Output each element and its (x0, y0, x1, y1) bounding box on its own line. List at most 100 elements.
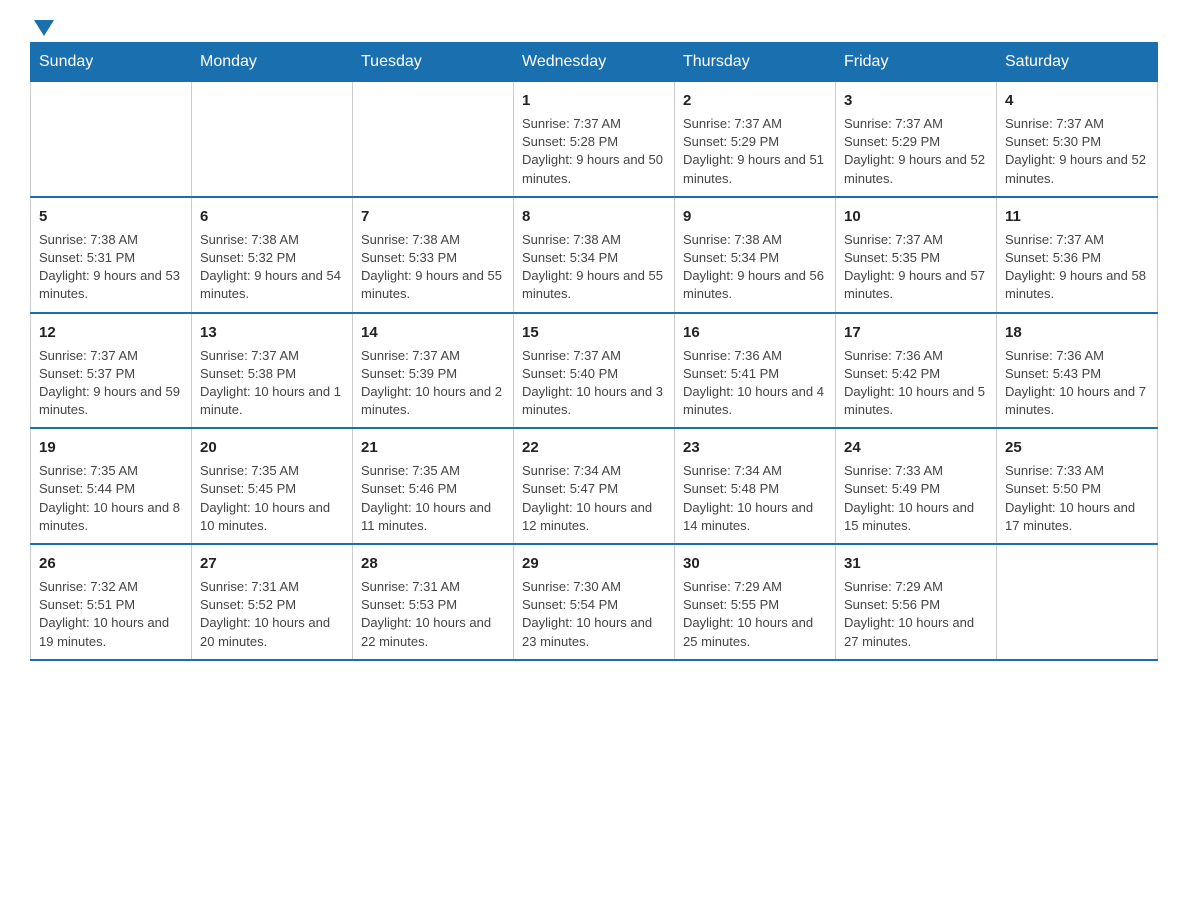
day-number: 6 (200, 206, 344, 227)
logo-icon (30, 20, 54, 32)
calendar-week-row: 12 Sunrise: 7:37 AMSunset: 5:37 PMDayligh… (31, 313, 1158, 429)
day-info: Sunrise: 7:32 AMSunset: 5:51 PMDaylight:… (39, 578, 183, 651)
calendar-table: SundayMondayTuesdayWednesdayThursdayFrid… (30, 42, 1158, 661)
day-number: 5 (39, 206, 183, 227)
day-info: Sunrise: 7:33 AMSunset: 5:49 PMDaylight:… (844, 462, 988, 535)
day-info: Sunrise: 7:36 AMSunset: 5:43 PMDaylight:… (1005, 347, 1149, 420)
day-number: 11 (1005, 206, 1149, 227)
day-info: Sunrise: 7:35 AMSunset: 5:45 PMDaylight:… (200, 462, 344, 535)
day-info: Sunrise: 7:35 AMSunset: 5:46 PMDaylight:… (361, 462, 505, 535)
calendar-cell: 20 Sunrise: 7:35 AMSunset: 5:45 PMDayligh… (192, 428, 353, 544)
day-info: Sunrise: 7:37 AMSunset: 5:30 PMDaylight:… (1005, 115, 1149, 188)
calendar-cell: 14Sunrise: 7:37 AMSunset: 5:39 PMDayligh… (353, 313, 514, 429)
day-info: Sunrise: 7:37 AMSunset: 5:29 PMDaylight:… (683, 115, 827, 188)
day-number: 16 (683, 322, 827, 343)
calendar-header-row: SundayMondayTuesdayWednesdayThursdayFrid… (31, 43, 1158, 82)
day-info: Sunrise: 7:37 AMSunset: 5:35 PMDaylight:… (844, 231, 988, 304)
day-info: Sunrise: 7:37 AMSunset: 5:38 PMDaylight:… (200, 347, 344, 420)
day-header-monday: Monday (192, 43, 353, 82)
day-info: Sunrise: 7:38 AMSunset: 5:34 PMDaylight:… (522, 231, 666, 304)
calendar-week-row: 26 Sunrise: 7:32 AMSunset: 5:51 PMDayligh… (31, 544, 1158, 660)
day-number: 8 (522, 206, 666, 227)
day-info: Sunrise: 7:37 AMSunset: 5:37 PMDaylight:… (39, 347, 183, 420)
day-header-friday: Friday (836, 43, 997, 82)
calendar-cell: 15Sunrise: 7:37 AMSunset: 5:40 PMDayligh… (514, 313, 675, 429)
day-number: 18 (1005, 322, 1149, 343)
calendar-cell: 21 Sunrise: 7:35 AMSunset: 5:46 PMDayligh… (353, 428, 514, 544)
calendar-cell: 3Sunrise: 7:37 AMSunset: 5:29 PMDaylight… (836, 82, 997, 197)
calendar-cell: 28 Sunrise: 7:31 AMSunset: 5:53 PMDayligh… (353, 544, 514, 660)
day-number: 27 (200, 553, 344, 574)
calendar-cell (353, 82, 514, 197)
day-number: 12 (39, 322, 183, 343)
calendar-cell: 23 Sunrise: 7:34 AMSunset: 5:48 PMDayligh… (675, 428, 836, 544)
calendar-week-row: 19 Sunrise: 7:35 AMSunset: 5:44 PMDayligh… (31, 428, 1158, 544)
calendar-cell: 7 Sunrise: 7:38 AMSunset: 5:33 PMDaylight… (353, 197, 514, 313)
calendar-cell: 8 Sunrise: 7:38 AMSunset: 5:34 PMDaylight… (514, 197, 675, 313)
day-number: 15 (522, 322, 666, 343)
calendar-cell: 29 Sunrise: 7:30 AMSunset: 5:54 PMDayligh… (514, 544, 675, 660)
day-number: 3 (844, 90, 988, 111)
day-number: 7 (361, 206, 505, 227)
day-number: 22 (522, 437, 666, 458)
day-number: 13 (200, 322, 344, 343)
calendar-cell: 31Sunrise: 7:29 AMSunset: 5:56 PMDayligh… (836, 544, 997, 660)
calendar-cell: 30 Sunrise: 7:29 AMSunset: 5:55 PMDayligh… (675, 544, 836, 660)
day-number: 20 (200, 437, 344, 458)
calendar-cell: 5 Sunrise: 7:38 AMSunset: 5:31 PMDaylight… (31, 197, 192, 313)
day-number: 2 (683, 90, 827, 111)
day-info: Sunrise: 7:38 AMSunset: 5:34 PMDaylight:… (683, 231, 827, 304)
day-number: 4 (1005, 90, 1149, 111)
day-info: Sunrise: 7:34 AMSunset: 5:48 PMDaylight:… (683, 462, 827, 535)
calendar-cell: 17 Sunrise: 7:36 AMSunset: 5:42 PMDayligh… (836, 313, 997, 429)
day-info: Sunrise: 7:31 AMSunset: 5:53 PMDaylight:… (361, 578, 505, 651)
calendar-cell: 24Sunrise: 7:33 AMSunset: 5:49 PMDayligh… (836, 428, 997, 544)
day-info: Sunrise: 7:38 AMSunset: 5:32 PMDaylight:… (200, 231, 344, 304)
calendar-cell: 2 Sunrise: 7:37 AMSunset: 5:29 PMDaylight… (675, 82, 836, 197)
calendar-cell: 22 Sunrise: 7:34 AMSunset: 5:47 PMDayligh… (514, 428, 675, 544)
day-number: 26 (39, 553, 183, 574)
day-info: Sunrise: 7:30 AMSunset: 5:54 PMDaylight:… (522, 578, 666, 651)
day-info: Sunrise: 7:37 AMSunset: 5:28 PMDaylight:… (522, 115, 666, 188)
day-header-tuesday: Tuesday (353, 43, 514, 82)
day-header-thursday: Thursday (675, 43, 836, 82)
calendar-cell: 11 Sunrise: 7:37 AMSunset: 5:36 PMDayligh… (997, 197, 1158, 313)
day-info: Sunrise: 7:29 AMSunset: 5:56 PMDaylight:… (844, 578, 988, 651)
day-header-sunday: Sunday (31, 43, 192, 82)
day-number: 23 (683, 437, 827, 458)
day-info: Sunrise: 7:34 AMSunset: 5:47 PMDaylight:… (522, 462, 666, 535)
day-number: 17 (844, 322, 988, 343)
calendar-cell (31, 82, 192, 197)
day-header-wednesday: Wednesday (514, 43, 675, 82)
day-info: Sunrise: 7:36 AMSunset: 5:42 PMDaylight:… (844, 347, 988, 420)
day-number: 29 (522, 553, 666, 574)
calendar-cell: 27 Sunrise: 7:31 AMSunset: 5:52 PMDayligh… (192, 544, 353, 660)
calendar-cell: 6 Sunrise: 7:38 AMSunset: 5:32 PMDaylight… (192, 197, 353, 313)
calendar-cell: 1 Sunrise: 7:37 AMSunset: 5:28 PMDaylight… (514, 82, 675, 197)
day-info: Sunrise: 7:35 AMSunset: 5:44 PMDaylight:… (39, 462, 183, 535)
calendar-cell (997, 544, 1158, 660)
day-number: 21 (361, 437, 505, 458)
calendar-cell (192, 82, 353, 197)
calendar-cell: 16 Sunrise: 7:36 AMSunset: 5:41 PMDayligh… (675, 313, 836, 429)
day-info: Sunrise: 7:29 AMSunset: 5:55 PMDaylight:… (683, 578, 827, 651)
day-info: Sunrise: 7:36 AMSunset: 5:41 PMDaylight:… (683, 347, 827, 420)
day-number: 30 (683, 553, 827, 574)
calendar-week-row: 5 Sunrise: 7:38 AMSunset: 5:31 PMDaylight… (31, 197, 1158, 313)
day-number: 28 (361, 553, 505, 574)
day-number: 14 (361, 322, 505, 343)
calendar-cell: 10Sunrise: 7:37 AMSunset: 5:35 PMDayligh… (836, 197, 997, 313)
day-info: Sunrise: 7:37 AMSunset: 5:36 PMDaylight:… (1005, 231, 1149, 304)
calendar-cell: 13 Sunrise: 7:37 AMSunset: 5:38 PMDayligh… (192, 313, 353, 429)
calendar-cell: 12 Sunrise: 7:37 AMSunset: 5:37 PMDayligh… (31, 313, 192, 429)
day-number: 1 (522, 90, 666, 111)
day-number: 19 (39, 437, 183, 458)
calendar-cell: 26 Sunrise: 7:32 AMSunset: 5:51 PMDayligh… (31, 544, 192, 660)
calendar-cell: 25Sunrise: 7:33 AMSunset: 5:50 PMDayligh… (997, 428, 1158, 544)
calendar-cell: 9Sunrise: 7:38 AMSunset: 5:34 PMDaylight… (675, 197, 836, 313)
calendar-week-row: 1 Sunrise: 7:37 AMSunset: 5:28 PMDaylight… (31, 82, 1158, 197)
day-info: Sunrise: 7:38 AMSunset: 5:33 PMDaylight:… (361, 231, 505, 304)
calendar-cell: 4 Sunrise: 7:37 AMSunset: 5:30 PMDaylight… (997, 82, 1158, 197)
day-info: Sunrise: 7:31 AMSunset: 5:52 PMDaylight:… (200, 578, 344, 651)
day-info: Sunrise: 7:38 AMSunset: 5:31 PMDaylight:… (39, 231, 183, 304)
